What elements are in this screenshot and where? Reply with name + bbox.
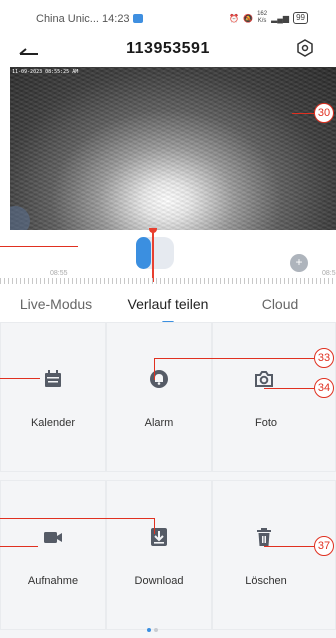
battery-icon: 99 bbox=[293, 12, 308, 24]
video-player[interactable]: 11-09-2023 08:55:25 AM bbox=[10, 67, 336, 230]
network-speed: 162 K/s bbox=[257, 11, 267, 25]
callout-33: 33 bbox=[314, 348, 334, 368]
timeline-handle-fill bbox=[136, 237, 151, 269]
tab-live-label: Live-Modus bbox=[19, 296, 93, 312]
photo-button[interactable]: Foto bbox=[212, 322, 336, 472]
trash-icon bbox=[257, 528, 271, 546]
callout-line-timeline bbox=[0, 246, 78, 247]
tab-cloud[interactable]: Cloud bbox=[224, 290, 336, 322]
settings-hexagon-icon[interactable] bbox=[296, 39, 314, 57]
calendar-label: Kalender bbox=[30, 417, 76, 429]
callout-line-calendar bbox=[0, 378, 40, 379]
bell-icon bbox=[150, 370, 168, 388]
carrier-time: China Unic... 14:23 bbox=[36, 13, 143, 25]
status-icons: ⏰ 🔕 162 K/s ▂▄▆ 99 bbox=[229, 11, 308, 25]
app-header: 113953591 bbox=[0, 34, 336, 66]
alarm-label: Alarm bbox=[144, 417, 174, 429]
tab-history-label: Verlauf teilen bbox=[127, 296, 209, 312]
camera-icon bbox=[255, 371, 273, 387]
alarm-status-icon: ⏰ bbox=[229, 13, 240, 23]
calendar-icon bbox=[45, 370, 61, 387]
playback-timeline[interactable]: 08:55 08:5 bbox=[0, 228, 336, 286]
action-grid: Kalender Alarm Foto Aufnahme Download Lö… bbox=[0, 322, 336, 638]
callout-line-37 bbox=[264, 546, 314, 547]
tab-live[interactable]: Live-Modus bbox=[0, 290, 112, 322]
calendar-button[interactable]: Kalender bbox=[0, 322, 106, 472]
video-camera-icon bbox=[44, 532, 62, 543]
timeline-start-label: 08:55 bbox=[50, 270, 68, 277]
video-overlay-button[interactable] bbox=[10, 206, 30, 230]
delete-button[interactable]: Löschen bbox=[212, 480, 336, 630]
tab-history[interactable]: Verlauf teilen bbox=[112, 290, 224, 324]
callout-line-30 bbox=[292, 113, 314, 114]
battery-level: 99 bbox=[296, 13, 305, 22]
callout-vline-33 bbox=[154, 358, 155, 380]
network-speed-unit: K/s bbox=[257, 18, 267, 24]
alarm-button[interactable]: Alarm bbox=[106, 322, 212, 472]
record-label: Aufnahme bbox=[27, 575, 79, 587]
network-speed-value: 162 bbox=[257, 11, 268, 17]
timeline-ticks bbox=[0, 278, 336, 284]
callout-line-33 bbox=[154, 358, 314, 359]
signal-icon: ▂▄▆ bbox=[271, 13, 290, 23]
download-label: Download bbox=[134, 575, 184, 587]
delete-label: Löschen bbox=[245, 575, 287, 587]
callout-line-record bbox=[0, 546, 38, 547]
callout-line-download bbox=[0, 518, 154, 519]
callout-vline-download bbox=[154, 518, 155, 534]
page-dot bbox=[154, 628, 158, 632]
timeline-needle bbox=[152, 230, 154, 282]
mail-notification-icon bbox=[132, 14, 143, 23]
tab-cloud-label: Cloud bbox=[261, 296, 299, 312]
page-dot-active bbox=[147, 628, 151, 632]
download-button[interactable]: Download bbox=[106, 480, 212, 630]
timeline-handle[interactable] bbox=[136, 237, 174, 269]
timeline-end-label: 08:5 bbox=[322, 270, 336, 277]
status-bar: China Unic... 14:23 ⏰ 🔕 162 K/s ▂▄▆ 99 bbox=[0, 0, 336, 34]
mute-status-icon: 🔕 bbox=[243, 13, 254, 23]
page-indicator bbox=[147, 628, 158, 632]
zoom-in-icon[interactable] bbox=[290, 254, 308, 272]
callout-37: 37 bbox=[314, 536, 334, 556]
callout-30: 30 bbox=[314, 103, 334, 123]
download-icon bbox=[151, 528, 167, 546]
mode-tabs: Live-Modus Verlauf teilen Cloud bbox=[0, 290, 336, 324]
callout-34: 34 bbox=[314, 378, 334, 398]
video-timestamp: 11-09-2023 08:55:25 AM bbox=[12, 69, 79, 75]
record-button[interactable]: Aufnahme bbox=[0, 480, 106, 630]
carrier-time-text: China Unic... 14:23 bbox=[36, 13, 130, 25]
photo-label: Foto bbox=[254, 417, 277, 429]
callout-line-34 bbox=[264, 388, 314, 389]
page-title: 113953591 bbox=[126, 40, 210, 57]
